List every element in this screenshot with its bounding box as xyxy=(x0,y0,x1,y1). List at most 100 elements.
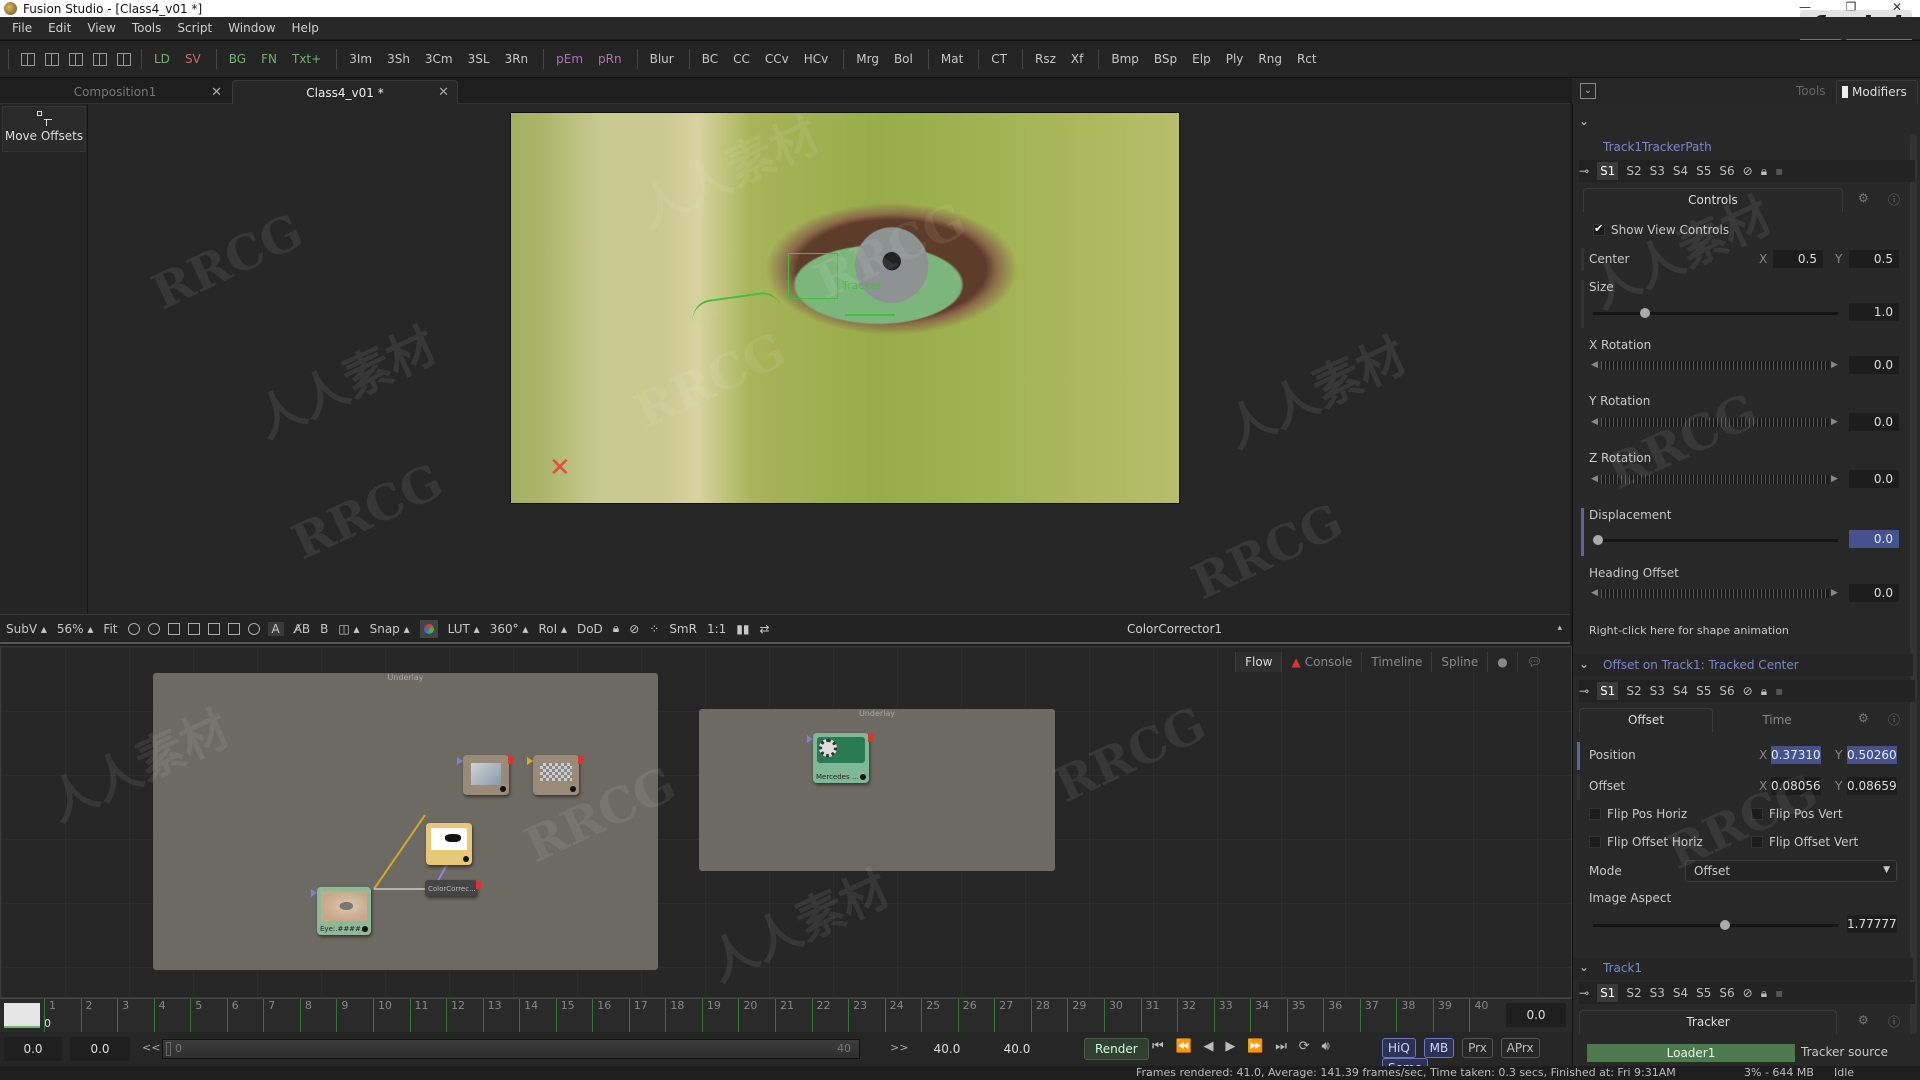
size-slider[interactable] xyxy=(1593,308,1838,318)
shape-animation-hint[interactable]: Right-click here for shape animation xyxy=(1589,624,1789,637)
version-s2[interactable]: S2 xyxy=(1626,684,1641,698)
audio-icon[interactable]: 🔊︎ xyxy=(1321,1039,1329,1054)
lock-icon[interactable]: 🔒︎ xyxy=(613,621,619,636)
play-forward-button[interactable]: ▶ xyxy=(1225,1039,1235,1054)
global-end-field[interactable]: 40.0 xyxy=(990,1037,1044,1061)
inspector-scrollbar[interactable] xyxy=(1910,134,1917,1034)
image-aspect-slider-knob[interactable] xyxy=(1719,920,1730,930)
ruler-ticks[interactable]: 1 2 3 4 5 6 7 8 9 10 11 12 13 14 15 16 17 18 19 20 21 22 23 24 2… xyxy=(44,999,1506,1033)
tool-ranges[interactable]: Rng xyxy=(1258,52,1282,66)
menu-file[interactable]: File xyxy=(12,21,32,35)
mode-dropdown[interactable]: Offset ▼ xyxy=(1685,860,1897,882)
section-title-offset[interactable]: Offset on Track1: Tracked Center xyxy=(1603,658,1799,672)
menu-script[interactable]: Script xyxy=(177,21,212,35)
360-button[interactable]: 360° ▴ xyxy=(490,622,529,636)
node-loader-eye[interactable]: Eye:.####... xyxy=(311,887,371,935)
loop-icon[interactable]: ⟳ xyxy=(1299,1039,1310,1054)
current-time-field[interactable]: 0.0 xyxy=(1506,1003,1566,1027)
thumbwheel-left-icon[interactable]: ◀ xyxy=(1591,360,1598,370)
render-end-field[interactable]: 40.0 xyxy=(920,1037,974,1061)
version-s2[interactable]: S2 xyxy=(1626,986,1641,1000)
info-icon[interactable]: ⓘ xyxy=(1888,1013,1900,1030)
tool-bspline[interactable]: BSp xyxy=(1154,52,1177,66)
tool-fastnoise[interactable]: FN xyxy=(261,52,277,66)
center-x-field[interactable]: 0.5 xyxy=(1773,250,1823,268)
x-rotation-field[interactable]: 0.0 xyxy=(1849,356,1899,374)
thumbwheel-right-icon[interactable]: ▶ xyxy=(1831,360,1838,370)
node-magic-wand[interactable] xyxy=(527,755,584,795)
save-icon[interactable]: ▪ xyxy=(1775,684,1783,698)
displacement-slider[interactable] xyxy=(1593,535,1838,545)
auto-proxy-toggle[interactable]: APrx xyxy=(1500,1038,1540,1058)
offset-x-field[interactable]: 0.080568 xyxy=(1771,777,1821,795)
view-b-button[interactable]: B xyxy=(320,622,328,636)
tool-3d-renderer[interactable]: 3Rn xyxy=(505,52,529,66)
snap-button[interactable]: Snap ▴ xyxy=(370,622,410,636)
tracker-pattern-box[interactable] xyxy=(788,253,838,299)
tool-bitmap[interactable]: Bmp xyxy=(1111,52,1139,66)
viewer-expand-icon[interactable]: ▴ xyxy=(1557,623,1562,633)
layout-stack-icon[interactable] xyxy=(117,52,131,66)
range-start-handle[interactable] xyxy=(166,1042,171,1056)
tool-polygon[interactable]: Ply xyxy=(1226,52,1244,66)
version-s4[interactable]: S4 xyxy=(1673,986,1688,1000)
section-title-trackerpath[interactable]: Track1TrackerPath xyxy=(1603,140,1712,154)
settings-gear-icon[interactable]: ⚙ xyxy=(1858,711,1869,725)
thumbwheel-right-icon[interactable]: ▶ xyxy=(1831,417,1838,427)
version-s6[interactable]: S6 xyxy=(1719,986,1734,1000)
thumbwheel-right-icon[interactable]: ▶ xyxy=(1831,474,1838,484)
range-next-button[interactable]: >> xyxy=(890,1041,908,1054)
tool-3d-spotlight[interactable]: 3SL xyxy=(468,52,490,66)
menu-edit[interactable]: Edit xyxy=(48,21,71,35)
tool-color-corrector[interactable]: CC xyxy=(733,52,750,66)
version-s1[interactable]: S1 xyxy=(1597,162,1619,180)
render-button[interactable]: Render xyxy=(1084,1038,1149,1060)
close-tab-icon[interactable]: ✕ xyxy=(438,85,449,100)
node-output[interactable] xyxy=(868,734,874,742)
tab-tools[interactable]: Tools xyxy=(1796,84,1826,98)
pin-icon[interactable]: ⊸ xyxy=(1579,684,1589,698)
tool-blur[interactable]: Blur xyxy=(650,52,674,66)
tab-controls[interactable]: Controls xyxy=(1583,188,1843,212)
node-output[interactable] xyxy=(578,756,584,764)
version-s5[interactable]: S5 xyxy=(1696,164,1711,178)
displacement-field[interactable]: 0.0 xyxy=(1849,530,1899,548)
offset-y-field[interactable]: 0.086595 xyxy=(1847,777,1897,795)
node-output[interactable] xyxy=(476,881,482,889)
node-mediain-mercedes[interactable]: Mercedes ... xyxy=(807,733,874,783)
view-a-button[interactable]: A xyxy=(267,621,284,636)
tool-rectangle[interactable]: Rct xyxy=(1297,52,1317,66)
play-reverse-button[interactable]: ◀ xyxy=(1204,1039,1214,1054)
lock-icon[interactable]: 🔒︎ xyxy=(1761,684,1767,699)
node-input[interactable] xyxy=(311,889,317,897)
ellipse-icon[interactable] xyxy=(247,622,260,635)
info-icon[interactable]: ⓘ xyxy=(1888,711,1900,728)
version-s6[interactable]: S6 xyxy=(1719,164,1734,178)
tool-text-plus[interactable]: Txt+ xyxy=(292,52,321,66)
tracker-source-button[interactable]: Loader1 xyxy=(1587,1044,1795,1062)
fit-button[interactable]: Fit xyxy=(103,622,117,636)
viewer-panel[interactable]: Tracker ✕ 人人素材 RRCG RRCG RRCG 人人素材 RRCG … xyxy=(88,104,1570,614)
checker-icon[interactable]: ⊘ xyxy=(629,622,639,636)
size-field[interactable]: 1.0 xyxy=(1849,303,1899,321)
version-s3[interactable]: S3 xyxy=(1650,684,1665,698)
node-polygon[interactable] xyxy=(457,755,514,795)
lut-button[interactable]: LUT ▴ xyxy=(448,622,480,636)
flip-offset-vert-checkbox[interactable] xyxy=(1751,836,1763,848)
thumbwheel-left-icon[interactable]: ◀ xyxy=(1591,588,1598,598)
disable-icon[interactable]: ⊘ xyxy=(1743,164,1753,178)
lock-icon[interactable]: 🔒︎ xyxy=(1761,164,1767,179)
tool-3d-camera[interactable]: 3Cm xyxy=(425,52,453,66)
heading-offset-thumbwheel[interactable] xyxy=(1601,589,1829,598)
tool-boolean[interactable]: Bol xyxy=(894,52,913,66)
z-rotation-field[interactable]: 0.0 xyxy=(1849,470,1899,488)
swap-icon[interactable]: ⇄ xyxy=(760,622,770,636)
thumbwheel-right-icon[interactable]: ▶ xyxy=(1831,588,1838,598)
tool-resize[interactable]: Rsz xyxy=(1035,52,1056,66)
center-y-field[interactable]: 0.5 xyxy=(1849,250,1899,268)
tool-brightness-contrast[interactable]: BC xyxy=(702,52,718,66)
tool-transform[interactable]: Xf xyxy=(1071,52,1083,66)
version-s6[interactable]: S6 xyxy=(1719,684,1734,698)
tool-particle-render[interactable]: pRn xyxy=(598,52,622,66)
zoom-dropdown[interactable]: 56% ▴ xyxy=(57,622,94,636)
